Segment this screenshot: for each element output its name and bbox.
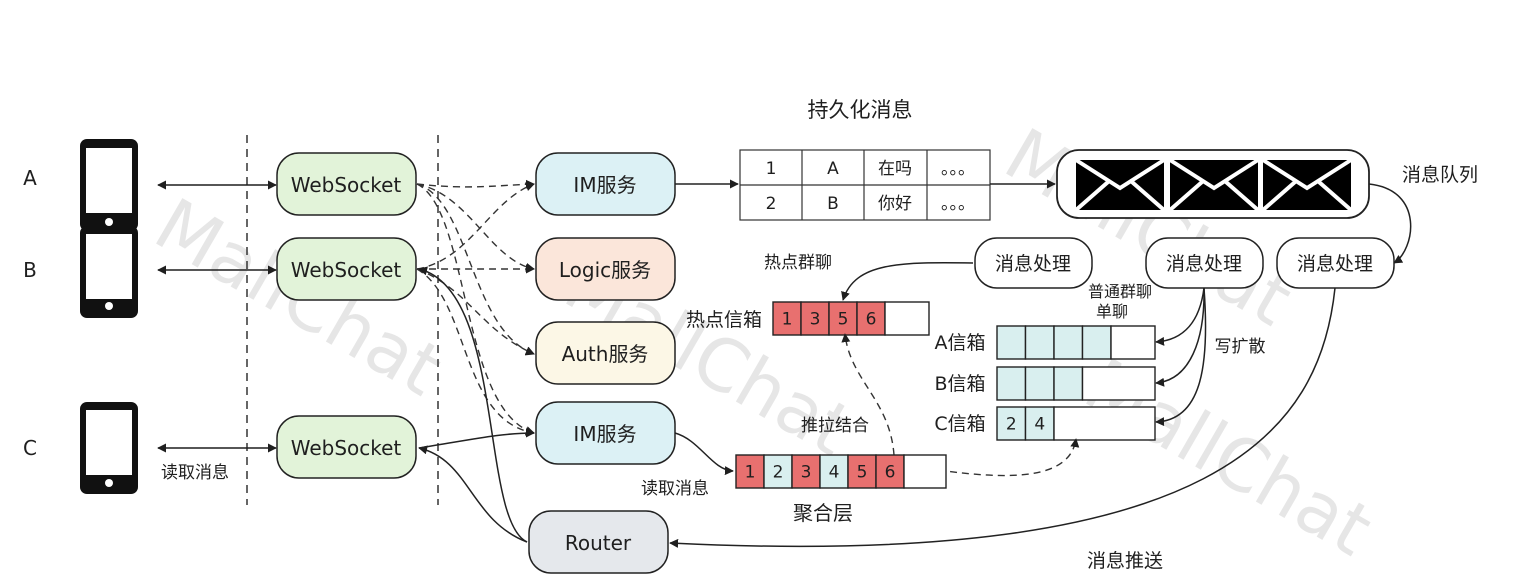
table-cell: 在吗: [878, 159, 912, 179]
inbox-2-cell: [1053, 406, 1156, 441]
processor-node-1: 消息处理: [974, 237, 1093, 289]
inbox-label-b: B信箱: [934, 373, 985, 395]
inbox-1-cell: [1053, 366, 1084, 401]
inbox-0-cell: [1110, 325, 1156, 360]
aggregate-label: 聚合层: [793, 501, 853, 525]
websocket-node-1: WebSocket: [276, 152, 417, 216]
aggregate-layer: 123456: [735, 454, 947, 489]
inbox-0-cell: [1024, 325, 1055, 360]
message-queue: [1056, 149, 1370, 219]
inbox-label-a: A信箱: [935, 332, 986, 354]
inbox-0-cell: [1053, 325, 1084, 360]
table-cell: 1: [766, 159, 777, 179]
hot-group-caption: 热点群聊: [764, 253, 832, 273]
hot-inbox-cell-text: 1: [782, 310, 793, 330]
aggregate-cell-text: 1: [745, 463, 756, 483]
arrow-processor-hot: [841, 261, 974, 301]
table-cell: 你好: [878, 194, 912, 214]
table-cell: 。。。: [941, 159, 975, 179]
mq-label: 消息队列: [1402, 164, 1478, 186]
hot-inbox-cell-text: 3: [810, 310, 821, 330]
websocket-label: WebSocket: [291, 436, 402, 460]
router-node: Router: [528, 510, 669, 574]
hot-inbox-cell-text: 5: [838, 310, 849, 330]
websocket-label: WebSocket: [291, 258, 402, 282]
envelope-icon: [1261, 158, 1353, 212]
websocket-node-3: WebSocket: [276, 415, 417, 479]
websocket-label: WebSocket: [291, 173, 402, 197]
hot-inbox-cell-text: 6: [866, 310, 877, 330]
hot-inbox: 1356: [772, 301, 930, 336]
table-cell: 。。。: [941, 194, 975, 214]
table-cell: 2: [766, 194, 777, 214]
envelope-icon: [1168, 158, 1260, 212]
logic-service-label: Logic服务: [559, 258, 651, 282]
table-cell: A: [827, 159, 839, 179]
aggregate-cell-text: 6: [885, 463, 896, 483]
inbox-1-cell: [1081, 366, 1156, 401]
hot-inbox-label: 热点信箱: [686, 309, 762, 331]
aggregate-cell-text: 4: [829, 463, 840, 483]
aggregate-cell: [903, 454, 947, 489]
single-chat-caption: 单聊: [1096, 302, 1128, 321]
push-label: 消息推送: [1087, 550, 1163, 572]
phone-icon-c: [80, 402, 138, 494]
architecture-diagram: MallChat MallChat MallChat MallChat A B …: [23, 98, 1478, 574]
processor-label: 消息处理: [1297, 253, 1373, 275]
dashed-connectors: [416, 179, 535, 437]
normal-group-caption: 普通群聊: [1088, 282, 1152, 301]
websocket-node-2: WebSocket: [276, 237, 417, 301]
hot-inbox-cell: [884, 301, 930, 336]
router-connectors: [418, 266, 535, 543]
logic-service-node: Logic服务: [535, 237, 676, 301]
im-service-label: IM服务: [573, 173, 636, 197]
persist-title: 持久化消息: [808, 98, 913, 122]
aggregate-cell-text: 2: [773, 463, 784, 483]
client-label-a: A: [23, 166, 37, 190]
router-label: Router: [565, 531, 632, 555]
envelope-icon: [1074, 158, 1166, 212]
inbox-2-cell-text: 2: [1006, 415, 1017, 435]
processor-node-2: 消息处理: [1145, 237, 1264, 289]
watermark: MallChat: [992, 112, 1306, 342]
im-service-node-bottom: IM服务: [535, 401, 676, 465]
inbox-0-cell: [1081, 325, 1112, 360]
im-service-node-top: IM服务: [535, 152, 676, 216]
phone-icon-a: [80, 139, 138, 231]
inbox-0-cell: [996, 325, 1027, 360]
aggregate-cell-text: 3: [801, 463, 812, 483]
aggregate-cell-text: 5: [857, 463, 868, 483]
write-spread-label: 写扩散: [1215, 337, 1266, 357]
processor-label: 消息处理: [1166, 253, 1242, 275]
inbox-rows: 24: [996, 325, 1156, 441]
inbox-label-c: C信箱: [934, 413, 985, 435]
inbox-1-cell: [996, 366, 1027, 401]
auth-service-node: Auth服务: [535, 321, 676, 385]
read-message-label: 读取消息: [161, 463, 229, 483]
inbox-1-cell: [1024, 366, 1055, 401]
arrow-agg-inbox: [937, 438, 1080, 477]
phone-icon-b: [80, 226, 138, 318]
arrow-im-aggregate: [674, 432, 734, 476]
client-label-b: B: [23, 258, 37, 282]
inbox-2-cell-text: 4: [1034, 415, 1045, 435]
auth-service-label: Auth服务: [562, 342, 649, 366]
table-cell: B: [827, 194, 839, 214]
processor-label: 消息处理: [995, 253, 1071, 275]
push-pull-label: 推拉结合: [801, 416, 869, 436]
read-message-right-label: 读取消息: [641, 479, 709, 499]
im-service-label: IM服务: [573, 422, 636, 446]
processor-node-3: 消息处理: [1276, 237, 1395, 289]
client-label-c: C: [23, 436, 37, 460]
